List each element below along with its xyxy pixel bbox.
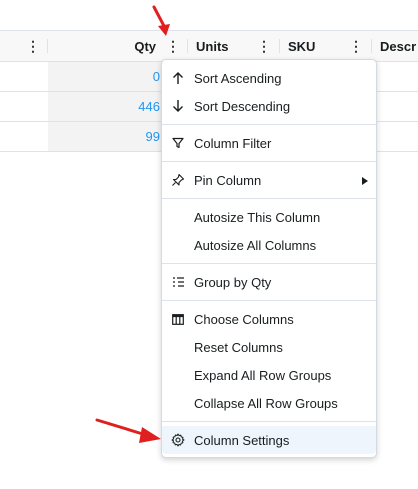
menu-item-label: Reset Columns: [194, 339, 283, 355]
menu-separator: [162, 124, 376, 125]
menu-separator: [162, 300, 376, 301]
pin-icon: [170, 172, 186, 188]
menu-item-column-filter[interactable]: Column Filter: [162, 129, 376, 157]
menu-item-autosize-this-column[interactable]: Autosize This Column: [162, 203, 376, 231]
menu-item-collapse-all-row-groups[interactable]: Collapse All Row Groups: [162, 389, 376, 417]
sku-column-menu-icon[interactable]: ⋮: [349, 38, 363, 54]
menu-item-label: Sort Descending: [194, 98, 291, 114]
menu-item-label: Autosize All Columns: [194, 237, 317, 253]
qty-column-menu-icon[interactable]: ⋮: [166, 38, 180, 54]
menu-item-label: Sort Ascending: [194, 70, 282, 86]
menu-item-sort-ascending[interactable]: Sort Ascending: [162, 64, 376, 92]
menu-item-label: Autosize This Column: [194, 209, 321, 225]
group-icon: [170, 274, 186, 290]
column-divider: [371, 39, 372, 53]
menu-item-label: Pin Column: [194, 172, 262, 188]
submenu-arrow-icon: [362, 173, 368, 188]
qty-value: 99: [145, 129, 160, 144]
gear-icon: [170, 432, 186, 448]
menu-item-label: Collapse All Row Groups: [194, 395, 338, 411]
annotation-arrow-top: [152, 5, 170, 36]
header-description-label: Descr: [380, 38, 417, 54]
menu-item-label: Column Settings: [194, 432, 290, 448]
header-units[interactable]: Units: [196, 31, 256, 61]
header-qty-label: Qty: [134, 38, 156, 54]
grid-header-row: ⋮ Qty ⋮ Units ⋮ SKU ⋮ Descr: [0, 30, 418, 62]
header-description[interactable]: Descr: [380, 31, 418, 61]
menu-separator: [162, 161, 376, 162]
menu-item-expand-all-row-groups[interactable]: Expand All Row Groups: [162, 361, 376, 389]
header-units-label: Units: [196, 38, 229, 54]
menu-item-reset-columns[interactable]: Reset Columns: [162, 333, 376, 361]
qty-cell[interactable]: [48, 62, 162, 91]
menu-item-choose-columns[interactable]: Choose Columns: [162, 305, 376, 333]
menu-item-autosize-all-columns[interactable]: Autosize All Columns: [162, 231, 376, 259]
column-divider: [187, 39, 188, 53]
qty-value: 446: [138, 99, 160, 114]
menu-item-label: Expand All Row Groups: [194, 367, 332, 383]
qty-value: 0: [152, 69, 160, 84]
annotation-arrow-bottom: [95, 418, 161, 443]
column-divider: [279, 39, 280, 53]
column-context-menu: Sort Ascending Sort Descending Column Fi…: [161, 59, 377, 458]
header-sku[interactable]: SKU: [288, 31, 348, 61]
filter-icon: [170, 135, 186, 151]
menu-item-pin-column[interactable]: Pin Column: [162, 166, 376, 194]
menu-item-label: Group by Qty: [194, 274, 272, 290]
menu-item-label: Column Filter: [194, 135, 272, 151]
columns-icon: [170, 311, 186, 327]
menu-item-column-settings[interactable]: Column Settings: [162, 426, 376, 454]
column-menu-icon[interactable]: ⋮: [26, 38, 40, 54]
header-sku-label: SKU: [288, 38, 316, 54]
arrow-up-icon: [170, 70, 186, 86]
header-qty[interactable]: Qty: [48, 31, 156, 61]
menu-separator: [162, 263, 376, 264]
menu-separator: [162, 421, 376, 422]
arrow-down-icon: [170, 98, 186, 114]
menu-separator: [162, 198, 376, 199]
units-column-menu-icon[interactable]: ⋮: [257, 38, 271, 54]
menu-item-label: Choose Columns: [194, 311, 294, 327]
menu-item-group-by[interactable]: Group by Qty: [162, 268, 376, 296]
menu-item-sort-descending[interactable]: Sort Descending: [162, 92, 376, 120]
